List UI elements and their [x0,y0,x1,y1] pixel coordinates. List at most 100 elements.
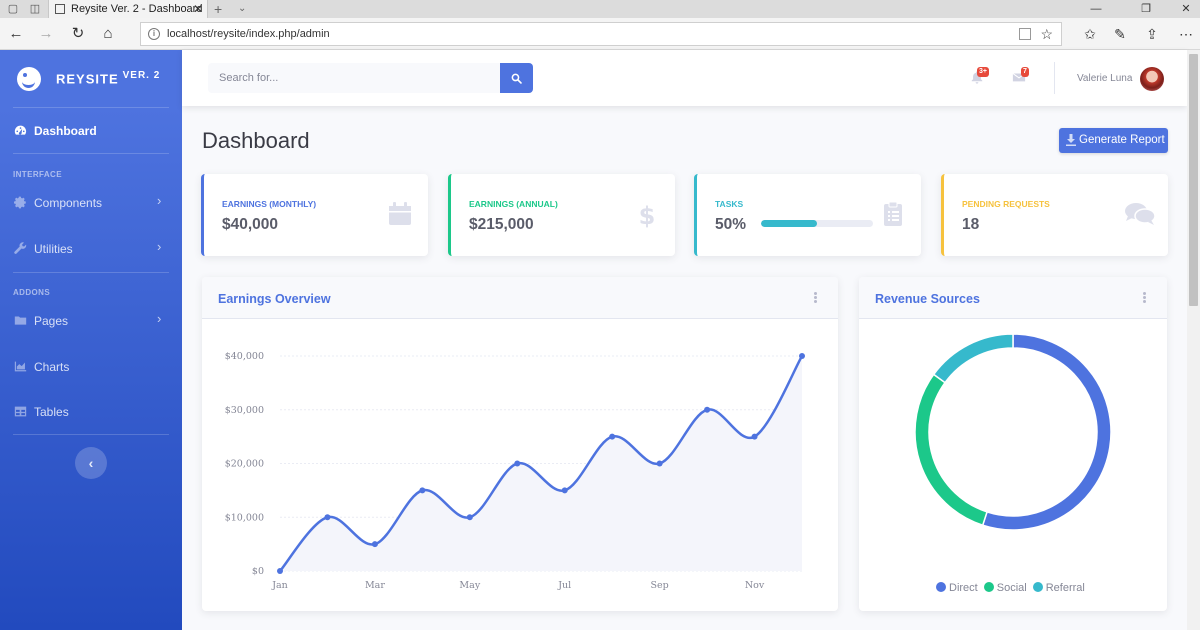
tab-aside-icon[interactable]: ◫ [28,2,42,16]
pen-icon[interactable]: ✎ [1110,24,1130,44]
wrench-icon [14,242,27,254]
tab-actions-icon[interactable]: ▢ [6,2,20,16]
sidebar-item-label: Pages [34,314,69,328]
refresh-icon[interactable]: ↻ [68,24,88,44]
data-point[interactable] [514,460,521,467]
url-field[interactable]: i localhost/reysite/index.php/admin ☆ [140,22,1062,46]
sidebar-item-charts[interactable]: Charts [0,356,182,378]
doughnut-slice-referral[interactable] [932,333,1014,384]
card-header: Revenue Sources [859,277,1167,319]
data-point[interactable] [656,460,663,467]
stat-label: EARNINGS (ANNUAL) [469,199,558,209]
restore-icon[interactable]: ❐ [1136,0,1156,18]
stat-value: 50% [715,216,747,233]
ellipsis-vertical-icon[interactable] [812,292,818,306]
sidebar-divider [13,434,169,435]
sidebar-item-tables[interactable]: Tables [0,401,182,423]
card-title: Revenue Sources [875,292,980,306]
stat-value: 18 [962,216,980,233]
stat-label: TASKS [715,199,744,209]
topbar-divider [1054,62,1055,94]
x-tick-label: Mar [365,580,385,591]
sidebar: REYSITE VER. 2 Dashboard INTERFACE Compon… [0,50,182,630]
more-icon[interactable]: ⋯ [1176,24,1196,44]
sidebar-item-pages[interactable]: Pages › [0,310,182,332]
sidebar-brand[interactable]: REYSITE VER. 2 [0,50,182,108]
minimize-icon[interactable]: — [1086,0,1106,18]
revenue-sources-card: Revenue Sources Direct Social Referral [859,277,1167,611]
favorite-star-icon[interactable]: ☆ [1040,23,1053,45]
doughnut-slice-social[interactable] [914,373,988,527]
reading-view-icon[interactable] [1019,28,1031,40]
y-tick-label: $40,000 [225,351,264,362]
data-point[interactable] [277,568,283,574]
data-point[interactable] [561,487,568,494]
close-tab-icon[interactable]: ✕ [193,0,203,18]
brand-name: REYSITE VER. 2 [56,70,161,87]
x-tick-label: Nov [745,580,765,591]
y-tick-label: $30,000 [225,405,264,416]
generate-report-button[interactable]: Generate Report [1059,128,1168,153]
dollar-icon: $ [639,202,656,228]
data-point[interactable] [799,353,805,359]
doughnut-slice-direct[interactable] [981,333,1112,531]
circle-icon [1032,582,1043,592]
messages-dropdown[interactable]: 7 [1012,67,1030,86]
x-tick-label: May [459,580,480,591]
stat-card-pending-requests: PENDING REQUESTS 18 [941,174,1168,256]
stat-card-earnings-monthly: EARNINGS (MONTHLY) $40,000 [201,174,428,256]
y-tick-label: $10,000 [225,512,264,523]
data-point[interactable] [704,406,711,413]
tasks-progress-bar [761,220,873,227]
download-icon [1066,134,1076,146]
sidebar-item-label: Utilities [34,242,73,256]
page-scrollbar[interactable] [1187,50,1200,630]
sidebar-item-dashboard[interactable]: Dashboard [0,120,182,142]
back-icon[interactable]: ← [6,24,26,44]
avatar[interactable] [1140,67,1164,91]
sidebar-item-components[interactable]: Components › [0,192,182,214]
comments-icon [1125,203,1156,225]
close-window-icon[interactable]: ✕ [1176,0,1196,18]
data-point[interactable] [751,433,758,440]
data-point[interactable] [419,487,426,494]
stat-value: $215,000 [469,216,534,233]
sidebar-heading-interface: INTERFACE [13,170,62,179]
search-input[interactable] [208,63,501,93]
tab-list-chevron-icon[interactable]: ⌄ [238,0,246,18]
site-info-icon[interactable]: i [148,28,160,40]
legend-item-direct[interactable]: Direct [936,582,978,594]
data-point[interactable] [609,433,616,440]
data-point[interactable] [466,514,473,521]
home-icon[interactable]: ⌂ [98,24,118,44]
y-tick-label: $0 [252,566,264,577]
revenue-doughnut-chart [914,333,1112,531]
new-tab-icon[interactable]: + [214,0,222,18]
alerts-dropdown[interactable]: 3+ [970,67,989,86]
data-point[interactable] [324,514,331,521]
sidebar-item-label: Charts [34,360,70,374]
favorites-icon[interactable]: ✩ [1080,24,1100,44]
scrollbar-thumb[interactable] [1189,54,1198,306]
data-point[interactable] [371,541,378,548]
ellipsis-vertical-icon[interactable] [1141,292,1147,306]
messages-badge: 7 [1021,67,1029,77]
stat-card-earnings-annual: EARNINGS (ANNUAL) $215,000 $ [448,174,675,256]
x-tick-label: Sep [651,580,669,591]
browser-tab-bar: ▢ ◫ Reysite Ver. 2 - Dashboard ✕ + ⌄ — ❐… [0,0,1200,18]
sidebar-item-utilities[interactable]: Utilities › [0,238,182,260]
browser-tab[interactable]: Reysite Ver. 2 - Dashboard ✕ [48,0,208,18]
sidebar-toggle-button[interactable]: ‹ [75,447,107,479]
search-button[interactable] [500,63,533,93]
forward-icon[interactable]: → [36,24,56,44]
user-name[interactable]: Valerie Luna [1077,73,1132,84]
chart-legend: Direct Social Referral [936,582,1091,594]
card-header: Earnings Overview [202,277,838,319]
stat-label: PENDING REQUESTS [962,199,1050,209]
legend-item-referral[interactable]: Referral [1032,582,1085,594]
legend-label: Direct [949,582,978,594]
share-icon[interactable]: ⇪ [1142,24,1162,44]
sidebar-divider [13,272,169,273]
legend-item-social[interactable]: Social [983,582,1027,594]
stat-label: EARNINGS (MONTHLY) [222,199,317,209]
